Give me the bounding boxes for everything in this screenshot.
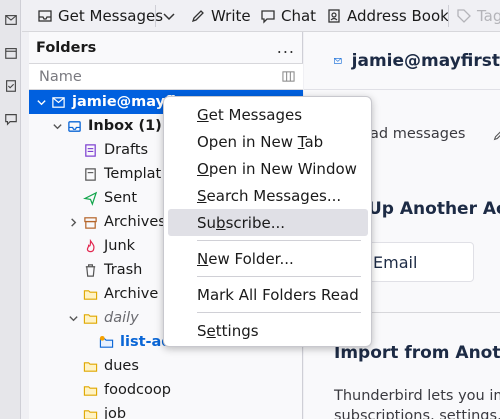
write-label: Write xyxy=(211,7,251,25)
archives-icon xyxy=(83,215,98,230)
account-title: jamie@mayfirst xyxy=(351,50,500,71)
chat-space-icon[interactable] xyxy=(3,111,18,126)
menu-item-label: Open in New Window xyxy=(197,159,357,178)
tag-icon xyxy=(457,9,471,23)
foodcoop-label: foodcoop xyxy=(104,382,171,398)
account-mail-icon xyxy=(51,95,66,110)
menu-item-label: Search Messages... xyxy=(197,186,342,205)
chevron-down-icon[interactable] xyxy=(51,120,63,132)
import-description: Thunderbird lets you im subscriptions, s… xyxy=(334,386,500,419)
address-book-icon xyxy=(328,9,340,23)
email-setup-label: Email xyxy=(373,252,418,272)
pencil-icon xyxy=(191,10,204,23)
drafts-label: Drafts xyxy=(104,142,149,158)
chat-label: Chat xyxy=(281,7,317,25)
trash-label: Trash xyxy=(104,262,143,278)
menu-subscribe[interactable]: Subscribe... xyxy=(168,209,368,236)
more-options-button[interactable]: ... xyxy=(277,38,295,57)
setup-account-heading: Up Another Acc xyxy=(368,199,500,219)
account-label: jamie@mayfi xyxy=(72,94,176,110)
trash-icon xyxy=(83,263,98,278)
dues-label: dues xyxy=(104,358,139,374)
pencil-icon[interactable] xyxy=(492,128,500,142)
write-button[interactable]: Write xyxy=(190,4,251,28)
menu-search-messages[interactable]: Search Messages... xyxy=(168,182,368,209)
column-picker-icon[interactable] xyxy=(282,70,295,83)
folder-dues[interactable]: dues xyxy=(29,354,303,378)
folder-icon xyxy=(83,407,98,419)
account-header: jamie@mayfirst xyxy=(304,32,500,90)
folder-icon xyxy=(83,287,98,302)
tag-label: Tag xyxy=(477,7,500,25)
folder-job[interactable]: job xyxy=(29,402,303,419)
mail-icon xyxy=(334,57,342,64)
toolbar-separator xyxy=(448,5,449,27)
read-messages-link[interactable]: ad messages xyxy=(370,126,465,142)
menu-item-label: Mark All Folders Read xyxy=(197,285,359,304)
sent-icon xyxy=(83,191,98,206)
chevron-down-icon xyxy=(163,13,175,21)
get-messages-dropdown[interactable] xyxy=(161,4,182,28)
daily-label: daily xyxy=(104,310,139,326)
import-text-line-1: Thunderbird lets you im xyxy=(334,388,500,404)
folder-pane-title: Folders xyxy=(36,39,97,56)
calendar-space-icon[interactable] xyxy=(3,45,18,60)
menu-get-messages[interactable]: Get Messages xyxy=(168,101,368,128)
menu-item-label: New Folder... xyxy=(197,249,294,268)
drafts-icon xyxy=(83,143,98,158)
new-mail-folder-icon xyxy=(99,335,114,350)
chevron-down-icon[interactable] xyxy=(35,96,47,108)
folder-icon xyxy=(83,311,98,326)
folder-icon xyxy=(83,383,98,398)
menu-item-label: Open in New Tab xyxy=(197,132,324,151)
tasks-space-icon[interactable] xyxy=(3,78,18,93)
templates-label: Templat xyxy=(104,166,162,182)
chevron-down-icon[interactable] xyxy=(67,312,79,324)
inbox-icon xyxy=(38,10,52,22)
junk-icon xyxy=(83,238,98,254)
junk-label: Junk xyxy=(104,238,136,254)
folder-pane-header: Folders ... xyxy=(29,32,303,63)
menu-open-new-window[interactable]: Open in New Window xyxy=(168,155,368,182)
menu-item-label: Get Messages xyxy=(197,105,303,124)
menu-new-folder[interactable]: New Folder... xyxy=(168,245,368,272)
import-text-line-2: subscriptions, settings, a xyxy=(334,408,500,419)
menu-separator xyxy=(197,240,361,241)
menu-separator xyxy=(197,276,361,277)
folder-context-menu: Get Messages Open in New Tab Open in New… xyxy=(163,96,372,347)
get-messages-label: Get Messages xyxy=(58,7,164,25)
mail-space-icon[interactable] xyxy=(3,12,18,27)
spaces-toolbar xyxy=(0,0,21,419)
sent-label: Sent xyxy=(104,190,138,206)
address-book-button[interactable]: Address Book xyxy=(326,4,449,28)
folder-foodcoop[interactable]: foodcoop xyxy=(29,378,303,402)
menu-mark-all-read[interactable]: Mark All Folders Read xyxy=(168,281,368,308)
menu-open-new-tab[interactable]: Open in New Tab xyxy=(168,128,368,155)
tag-button[interactable]: Tag xyxy=(456,4,500,28)
inbox-label: Inbox (1) xyxy=(88,118,162,134)
menu-separator xyxy=(197,312,361,313)
get-messages-button[interactable]: Get Messages xyxy=(37,4,163,28)
mail-toolbar: Get Messages Write Chat Address Book Tag xyxy=(22,0,500,32)
folder-icon xyxy=(83,359,98,374)
job-label: job xyxy=(104,406,127,419)
folder-column-header[interactable]: Name xyxy=(29,63,303,90)
menu-settings[interactable]: Settings xyxy=(168,317,368,344)
inbox-icon xyxy=(67,119,82,134)
chat-icon xyxy=(261,10,275,24)
menu-item-label: Subscribe... xyxy=(197,213,286,232)
chat-button[interactable]: Chat xyxy=(260,4,316,28)
archives-label: Archives xyxy=(104,214,166,230)
archive-label: Archive xyxy=(104,286,159,302)
templates-icon xyxy=(83,167,98,182)
toolbar-separator xyxy=(155,5,156,27)
name-column-label: Name xyxy=(39,68,82,85)
address-book-label: Address Book xyxy=(347,7,449,25)
chevron-right-icon[interactable] xyxy=(67,216,79,228)
menu-item-label: Settings xyxy=(197,321,259,340)
